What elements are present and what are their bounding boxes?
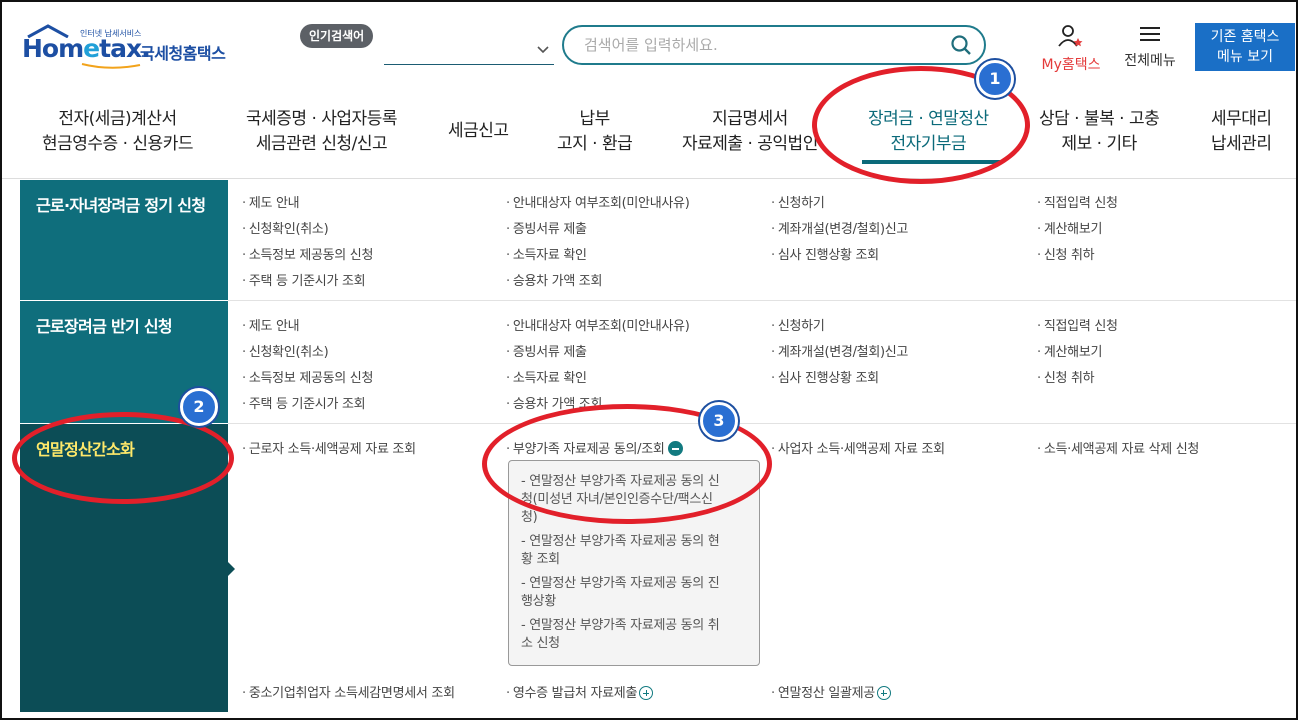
hometax-page: 인터넷 납세서비스 Hometax. 국세청홈택스 인기검색어 My홈택스: [0, 0, 1298, 720]
row-divider: [228, 423, 1296, 424]
search-box: [562, 25, 986, 65]
search-icon[interactable]: [950, 34, 972, 56]
link-s1-10[interactable]: 심사 진행상황 조회: [771, 244, 879, 263]
link-s2-7[interactable]: 계산해보기: [1037, 341, 1103, 360]
old-hometax-menu-button[interactable]: 기존 홈택스 메뉴 보기: [1195, 23, 1295, 71]
link-s1-0[interactable]: 제도 안내: [242, 192, 300, 211]
link-s1-8[interactable]: 소득정보 제공동의 신청: [242, 244, 374, 263]
section-title-1: 근로·자녀장려금 정기 신청: [36, 196, 206, 215]
link-s2-11[interactable]: 신청 취하: [1037, 367, 1095, 386]
search-input[interactable]: [582, 35, 936, 55]
link-s3-6: 연말정산 일괄제공: [777, 686, 875, 701]
expand-icon[interactable]: [639, 686, 654, 700]
row-divider: [228, 300, 1296, 301]
annotation-badge-1: 1: [976, 60, 1014, 98]
link-s3-5: 영수증 발급처 자료제출: [512, 686, 638, 701]
link-s2-2[interactable]: 신청하기: [771, 315, 825, 334]
link-s3-2[interactable]: 사업자 소득·세액공제 자료 조회: [771, 438, 945, 457]
popular-keywords-dropdown[interactable]: [384, 42, 554, 65]
submenu-item-cancel[interactable]: - 연말정산 부양가족 자료제공 동의 취소 신청: [521, 617, 751, 653]
gnb-item-consult[interactable]: 상담 · 불복 · 고충 제보 · 기타: [1039, 107, 1160, 157]
link-s3-6-wrap[interactable]: 연말정산 일괄제공: [771, 682, 891, 701]
link-s1-6[interactable]: 계좌개설(변경/철회)신고: [771, 218, 909, 237]
link-s1-4[interactable]: 신청확인(취소): [242, 218, 329, 237]
gnb-item-einvoice[interactable]: 전자(세금)계산서 현금영수증 · 신용카드: [42, 107, 193, 157]
logo-brand: Hometax.: [22, 34, 151, 63]
link-s1-3[interactable]: 직접입력 신청: [1037, 192, 1118, 211]
my-hometax-label: My홈택스: [1041, 57, 1101, 73]
link-s1-7[interactable]: 계산해보기: [1037, 218, 1103, 237]
link-s2-8[interactable]: 소득정보 제공동의 신청: [242, 367, 374, 386]
link-s2-4[interactable]: 신청확인(취소): [242, 341, 329, 360]
link-s2-0[interactable]: 제도 안내: [242, 315, 300, 334]
link-s2-9[interactable]: 소득자료 확인: [506, 367, 587, 386]
logo-swoosh-icon: [81, 63, 141, 69]
link-s3-3[interactable]: 소득·세액공제 자료 삭제 신청: [1037, 438, 1200, 457]
gnb-item-certificate[interactable]: 국세증명 · 사업자등록 세금관련 신청/신고: [246, 107, 397, 157]
link-s2-1[interactable]: 안내대상자 여부조회(미안내사유): [506, 315, 690, 334]
link-s1-2[interactable]: 신청하기: [771, 192, 825, 211]
gnb-item-payment[interactable]: 납부 고지 · 환급: [557, 107, 633, 157]
gnb-item-statements[interactable]: 지급명세서 자료제출 · 공익법인: [682, 107, 818, 157]
link-s1-1[interactable]: 안내대상자 여부조회(미안내사유): [506, 192, 690, 211]
old-menu-line2: 메뉴 보기: [1217, 49, 1273, 65]
old-menu-line1: 기존 홈택스: [1210, 29, 1280, 45]
link-s2-6[interactable]: 계좌개설(변경/철회)신고: [771, 341, 909, 360]
user-heart-icon: [1058, 25, 1083, 47]
logo-org-name: 국세청홈택스: [140, 44, 226, 63]
link-s2-3[interactable]: 직접입력 신청: [1037, 315, 1118, 334]
link-s1-5[interactable]: 증빙서류 제출: [506, 218, 587, 237]
all-menu-button[interactable]: 전체메뉴: [1118, 24, 1182, 70]
my-hometax-button[interactable]: My홈택스: [1036, 24, 1106, 74]
submenu-item-status[interactable]: - 연말정산 부양가족 자료제공 동의 현황 조회: [521, 533, 751, 569]
annotation-badge-3: 3: [700, 402, 738, 440]
annotation-badge-2: 2: [180, 388, 218, 426]
link-s1-13[interactable]: 승용차 가액 조회: [506, 270, 603, 289]
link-s1-12[interactable]: 주택 등 기준시가 조회: [242, 270, 366, 289]
hamburger-icon: [1140, 27, 1160, 41]
link-s3-4[interactable]: 중소기업취업자 소득세감면명세서 조회: [242, 682, 455, 701]
submenu-item-progress[interactable]: - 연말정산 부양가족 자료제공 동의 진 행상황: [521, 575, 751, 611]
chevron-down-icon: [536, 42, 550, 60]
gnb-item-tax-agent[interactable]: 세무대리 납세관리: [1211, 107, 1272, 157]
link-s3-5-wrap[interactable]: 영수증 발급처 자료제출: [506, 682, 654, 701]
link-s2-10[interactable]: 심사 진행상황 조회: [771, 367, 879, 386]
popular-keywords-badge[interactable]: 인기검색어: [300, 24, 374, 48]
gnb-item-tax-return[interactable]: 세금신고: [448, 119, 509, 144]
global-nav: 전자(세금)계산서 현금영수증 · 신용카드 국세증명 · 사업자등록 세금관련 신…: [2, 102, 1296, 179]
link-s1-11[interactable]: 신청 취하: [1037, 244, 1095, 263]
link-s1-9[interactable]: 소득자료 확인: [506, 244, 587, 263]
link-s2-12[interactable]: 주택 등 기준시가 조회: [242, 393, 366, 412]
link-s2-5[interactable]: 증빙서류 제출: [506, 341, 587, 360]
hometax-logo[interactable]: 인터넷 납세서비스 Hometax. 국세청홈택스: [20, 22, 240, 72]
section-title-2: 근로장려금 반기 신청: [36, 317, 173, 336]
section-regular-incentive-title[interactable]: 근로·자녀장려금 정기 신청: [20, 180, 228, 300]
expand-icon[interactable]: [876, 686, 891, 700]
active-pointer-icon: [228, 562, 235, 576]
link-s3-0[interactable]: 근로자 소득·세액공제 자료 조회: [242, 438, 416, 457]
all-menu-label: 전체메뉴: [1124, 53, 1176, 69]
